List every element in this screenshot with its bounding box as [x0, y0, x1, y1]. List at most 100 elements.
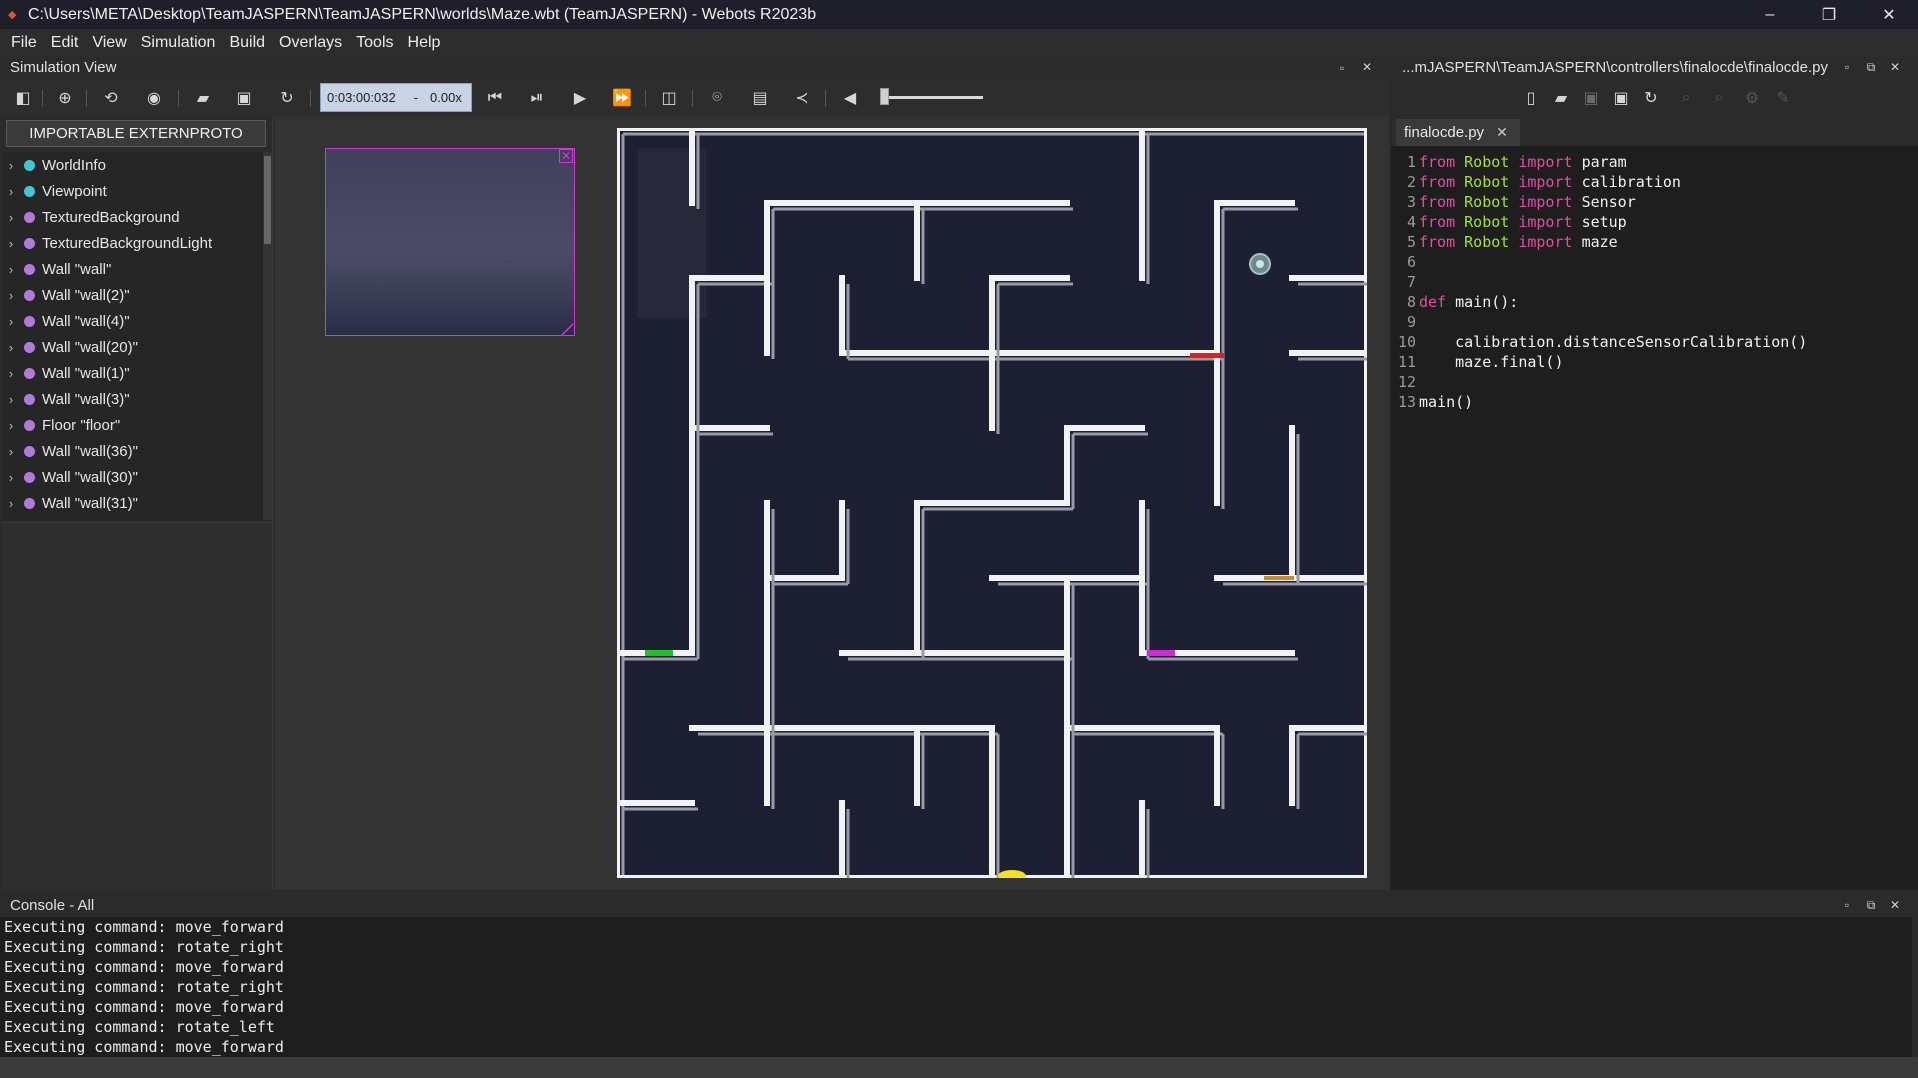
new-file-icon[interactable]: ▯	[1520, 87, 1542, 109]
scene-tree-item[interactable]: › Wall "wall(3)"	[2, 386, 264, 412]
editor-close-icon[interactable]: ✕	[1888, 60, 1902, 74]
expand-arrow-icon[interactable]: ›	[2, 158, 20, 173]
console-close-icon[interactable]: ✕	[1888, 898, 1902, 912]
expand-arrow-icon[interactable]: ›	[2, 210, 20, 225]
console-restore-icon[interactable]: ▫	[1840, 898, 1854, 912]
maze-world[interactable]	[617, 128, 1367, 878]
replace-icon[interactable]: ⌕	[1708, 87, 1730, 109]
record-movie-icon[interactable]: ▤	[749, 87, 771, 109]
scene-tree-item[interactable]: › Viewpoint	[2, 178, 264, 204]
mute-icon[interactable]: ◀	[839, 87, 861, 109]
code-line[interactable]: 4 from Robot import setup	[1391, 212, 1918, 232]
volume-slider-handle[interactable]	[880, 88, 889, 105]
overlay-resize-icon[interactable]	[560, 323, 574, 336]
scene-tree-item[interactable]: › Wall "wall(2)"	[2, 282, 264, 308]
code-line[interactable]: 1 from Robot import param	[1391, 152, 1918, 172]
maximize-button[interactable]: ❐	[1800, 0, 1858, 29]
scene-tree-item[interactable]: › TexturedBackgroundLight	[2, 230, 264, 256]
expand-arrow-icon[interactable]: ›	[2, 392, 20, 407]
build-icon[interactable]: ⚙	[1741, 87, 1763, 109]
code-line[interactable]: 10 calibration.distanceSensorCalibration…	[1391, 332, 1918, 352]
tab-finalocde-py[interactable]: finalocde.py ✕	[1396, 119, 1520, 146]
expand-arrow-icon[interactable]: ›	[2, 418, 20, 433]
save-all-icon[interactable]: ▣	[1610, 87, 1632, 109]
expand-arrow-icon[interactable]: ›	[2, 262, 20, 277]
view-eye-icon[interactable]: ◉	[143, 87, 165, 109]
clean-icon[interactable]: ✎	[1772, 87, 1794, 109]
scene-tree-item[interactable]: › TexturedBackground	[2, 204, 264, 230]
render-toggle-icon[interactable]: ◫	[658, 87, 680, 109]
expand-arrow-icon[interactable]: ›	[2, 340, 20, 355]
float-view-icon[interactable]: ▫	[1335, 61, 1349, 75]
scene-tree-item[interactable]: › Wall "wall(36)"	[2, 438, 264, 464]
volume-slider[interactable]	[880, 96, 983, 99]
scene-tree-item[interactable]: › WorldInfo	[2, 152, 264, 178]
editor-float-icon[interactable]: ⧉	[1864, 60, 1878, 75]
editor-restore-icon[interactable]: ▫	[1840, 60, 1854, 74]
step-icon[interactable]: ⏯	[526, 87, 548, 109]
reset-simulation-icon[interactable]: ⏮	[484, 87, 506, 109]
open-file-icon[interactable]: ▰	[1550, 87, 1572, 109]
menu-edit[interactable]: Edit	[44, 34, 86, 52]
overlay-close-icon[interactable]: ✕	[559, 149, 573, 163]
scene-tree-item[interactable]: › Wall "wall(20)"	[2, 334, 264, 360]
menu-build[interactable]: Build	[222, 34, 272, 52]
console-scrollbar[interactable]	[1912, 917, 1918, 1057]
menu-view[interactable]: View	[85, 34, 133, 52]
camera-overlay[interactable]	[325, 148, 575, 336]
close-view-icon[interactable]: ✕	[1360, 60, 1374, 74]
tab-close-icon[interactable]: ✕	[1496, 124, 1508, 141]
menu-simulation[interactable]: Simulation	[134, 34, 223, 52]
console-float-icon[interactable]: ⧉	[1864, 898, 1878, 913]
code-line[interactable]: 11 maze.final()	[1391, 352, 1918, 372]
code-line[interactable]: 8 def main():	[1391, 292, 1918, 312]
menu-overlays[interactable]: Overlays	[272, 34, 349, 52]
minimize-button[interactable]: –	[1741, 0, 1799, 29]
expand-arrow-icon[interactable]: ›	[2, 314, 20, 329]
revert-file-icon[interactable]: ↻	[1640, 87, 1662, 109]
menu-file[interactable]: File	[4, 34, 44, 52]
menu-tools[interactable]: Tools	[349, 34, 400, 52]
scene-tree-item[interactable]: › Wall "wall(31)"	[2, 490, 264, 516]
expand-arrow-icon[interactable]: ›	[2, 366, 20, 381]
screenshot-icon[interactable]: ⌾	[706, 87, 728, 109]
scene-tree-item[interactable]: › Wall "wall(1)"	[2, 360, 264, 386]
code-line[interactable]: 12	[1391, 372, 1918, 392]
expand-arrow-icon[interactable]: ›	[2, 470, 20, 485]
fast-forward-icon[interactable]: ⏩	[611, 87, 633, 109]
code-area[interactable]: 1 from Robot import param 2 from Robot impo…	[1391, 152, 1918, 412]
menu-help[interactable]: Help	[401, 34, 448, 52]
expand-arrow-icon[interactable]: ›	[2, 184, 20, 199]
save-file-icon[interactable]: ▣	[1580, 87, 1602, 109]
find-icon[interactable]: ⌕	[1675, 87, 1697, 109]
reset-viewpoint-icon[interactable]: ⟲	[100, 87, 122, 109]
expand-arrow-icon[interactable]: ›	[2, 288, 20, 303]
scene-tree-item-label: Wall "wall"	[42, 260, 112, 278]
code-line[interactable]: 6	[1391, 252, 1918, 272]
importable-externproto-button[interactable]: IMPORTABLE EXTERNPROTO	[6, 120, 266, 147]
add-node-icon[interactable]: ⊕	[54, 87, 76, 109]
scene-tree-item[interactable]: › Wall "wall(4)"	[2, 308, 264, 334]
scene-tree-item[interactable]: › Wall "wall(30)"	[2, 464, 264, 490]
share-icon[interactable]: ≺	[791, 87, 813, 109]
scene-tree-item[interactable]: › Floor "floor"	[2, 412, 264, 438]
code-line[interactable]: 2 from Robot import calibration	[1391, 172, 1918, 192]
save-world-icon[interactable]: ▣	[233, 87, 255, 109]
run-icon[interactable]: ▶	[569, 87, 591, 109]
code-line[interactable]: 5 from Robot import maze	[1391, 232, 1918, 252]
expand-arrow-icon[interactable]: ›	[2, 236, 20, 251]
code-line[interactable]: 7	[1391, 272, 1918, 292]
close-button[interactable]: ✕	[1860, 0, 1918, 29]
code-line[interactable]: 9	[1391, 312, 1918, 332]
scene-tree-item[interactable]: › Wall "wall"	[2, 256, 264, 282]
console-output[interactable]: Executing command: move_forward Executing…	[0, 917, 1912, 1057]
scene-tree-scrollbar[interactable]	[263, 152, 272, 520]
scrollbar-thumb[interactable]	[264, 156, 271, 244]
open-world-icon[interactable]: ▰	[192, 87, 214, 109]
expand-arrow-icon[interactable]: ›	[2, 496, 20, 511]
expand-arrow-icon[interactable]: ›	[2, 444, 20, 459]
code-line[interactable]: 3 from Robot import Sensor	[1391, 192, 1918, 212]
toggle-scene-tree-icon[interactable]: ◧	[12, 87, 34, 109]
code-line[interactable]: 13 main()	[1391, 392, 1918, 412]
reload-world-icon[interactable]: ↻	[276, 87, 298, 109]
